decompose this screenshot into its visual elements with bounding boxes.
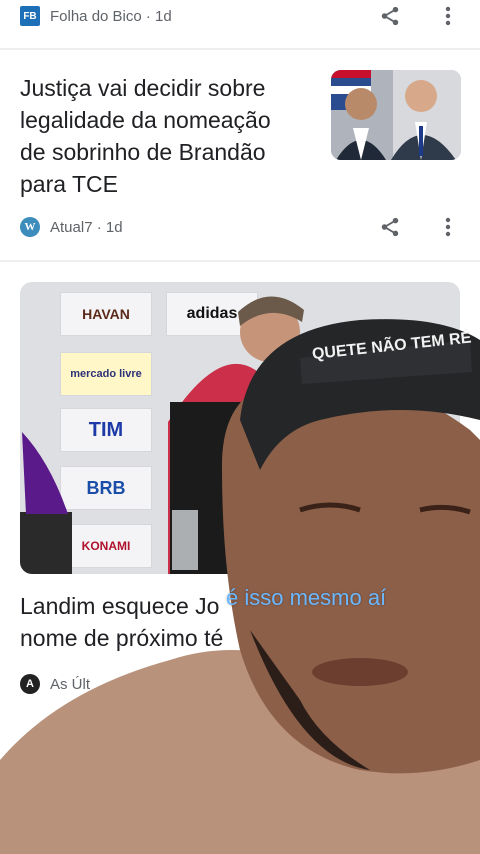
- source-row: W Atual7 · 1d: [20, 213, 123, 241]
- headline-line: Justiça vai decidir sobre: [20, 75, 266, 101]
- source-row: FB Folha do Bico · 1d: [20, 2, 172, 30]
- press-conference-scene: [20, 296, 304, 574]
- thumbnail-image[interactable]: [331, 70, 461, 160]
- hero-image[interactable]: HAVAN adidas mercado livre TIM BRB KONAM…: [20, 282, 460, 574]
- source-logo: W: [20, 217, 40, 237]
- source-logo: FB: [20, 6, 40, 26]
- news-card-top[interactable]: FB Folha do Bico · 1d: [0, 0, 480, 48]
- headline-line: para TCE: [20, 171, 119, 197]
- news-card[interactable]: Justiça vai decidir sobre legalidade da …: [0, 50, 480, 260]
- news-card[interactable]: HAVAN adidas mercado livre TIM BRB KONAM…: [0, 262, 480, 854]
- source-name: As Últ: [50, 675, 91, 693]
- share-icon[interactable]: [376, 213, 404, 241]
- headline-line: legalidade da nomeação: [20, 107, 271, 133]
- headline-line: nome de próximo té: [20, 625, 224, 651]
- more-options-icon[interactable]: [434, 213, 462, 241]
- source-row: A As Últ: [20, 670, 90, 698]
- headline[interactable]: Justiça vai decidir sobre legalidade da …: [20, 72, 320, 200]
- source-name: Atual7 · 1d: [50, 218, 123, 236]
- more-options-icon[interactable]: [434, 2, 462, 30]
- headline-line: Landim esquece Jo: [20, 593, 220, 619]
- source-logo: A: [20, 674, 40, 694]
- headline-line: de sobrinho de Brandão: [20, 139, 266, 165]
- headline[interactable]: Landim esquece Jo nome de próximo té: [20, 590, 440, 654]
- source-name: Folha do Bico · 1d: [50, 7, 172, 25]
- share-icon[interactable]: [376, 2, 404, 30]
